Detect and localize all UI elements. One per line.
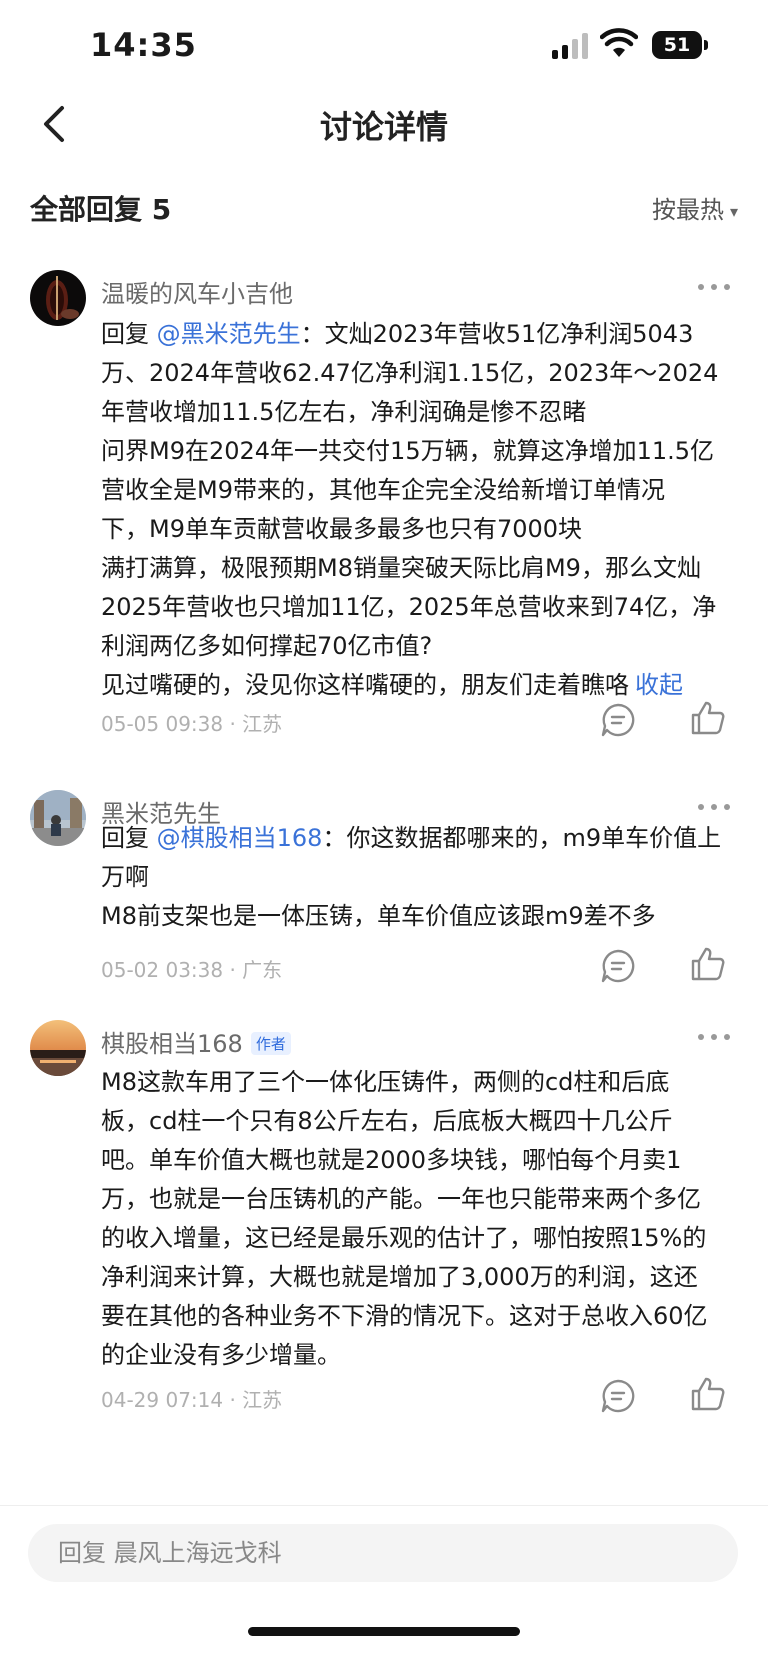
sort-dropdown[interactable]: 按最热 ▾ — [652, 190, 738, 225]
thumbs-up-icon[interactable] — [690, 946, 726, 982]
replies-header: 全部回复 5 按最热 ▾ — [0, 184, 768, 232]
comment-line: 吧。单车价值大概也就是2000多块钱，哪怕每个月卖1 — [101, 1146, 682, 1174]
comment-line: 的企业没有多少增量。 — [101, 1341, 341, 1369]
comment-item: 棋股相当168 作者 M8这款车用了三个一体化压铸件，两侧的cd柱和后底 板，cd… — [0, 1020, 768, 1490]
reply-prefix: 回复 — [101, 320, 157, 348]
comment-line: 回复 @棋股相当168：你这数据都哪来的，m9单车价值上 — [101, 819, 741, 858]
comment-line: 板，cd柱一个只有8公斤左右，后底板大概四十几公斤 — [101, 1107, 673, 1135]
comment-line: 要在其他的各种业务不下滑的情况下。这对于总收入60亿 — [101, 1302, 708, 1330]
comment-line: 问界M9在2024年一共交付15万辆，就算这净增加11.5亿 — [101, 437, 715, 465]
status-bar: 14:35 51 — [0, 0, 768, 90]
thumbs-up-icon[interactable] — [690, 1376, 726, 1412]
comment-line: 万、2024年营收62.47亿净利润1.15亿，2023年～2024 — [101, 359, 719, 387]
comment-bubble-icon[interactable] — [600, 702, 636, 738]
collapse-link[interactable]: 收起 — [635, 671, 683, 699]
author-badge: 作者 — [250, 1032, 291, 1055]
mention-link[interactable]: @黑米范先生 — [157, 320, 301, 348]
comment-line: M8前支架也是一体压铸，单车价值应该跟m9差不多 — [101, 902, 656, 930]
comment-line: 万啊 — [101, 863, 149, 891]
comment-line: 营收全是M9带来的，其他车企完全没给新增订单情况 — [101, 476, 665, 504]
avatar-image — [30, 1020, 86, 1076]
avatar[interactable] — [30, 270, 86, 326]
comment-body: M8这款车用了三个一体化压铸件，两侧的cd柱和后底 板，cd柱一个只有8公斤左右… — [101, 1063, 741, 1375]
avatar[interactable] — [30, 790, 86, 846]
nav-bar: 讨论详情 — [0, 90, 768, 156]
comment-body: 回复 @棋股相当168：你这数据都哪来的，m9单车价值上 万啊 M8前支架也是一… — [101, 819, 741, 936]
comment-line: 利润两亿多如何撑起70亿市值? — [101, 632, 433, 660]
caret-down-icon: ▾ — [729, 201, 738, 221]
mention-link[interactable]: @棋股相当168 — [157, 824, 323, 852]
battery-tip — [704, 40, 708, 50]
comment-line: 满打满算，极限预期M8销量突破天际比肩M9，那么文灿 — [101, 554, 701, 582]
line-text: ：你这数据都哪来的，m9单车价值上 — [322, 824, 722, 852]
replies-count-title: 全部回复 5 — [30, 193, 172, 226]
cellular-signal-icon — [552, 33, 588, 59]
line-text: ：文灿2023年营收51亿净利润5043 — [300, 320, 694, 348]
reply-prefix: 回复 — [101, 824, 157, 852]
comment-meta: 05-05 09:38 · 江苏 — [101, 712, 283, 736]
thumbs-up-icon[interactable] — [690, 700, 726, 736]
comment-line: 2025年营收也只增加11亿，2025年总营收来到74亿，净 — [101, 593, 717, 621]
battery-level: 51 — [652, 31, 702, 59]
comment-item: 黑米范先生 回复 @棋股相当168：你这数据都哪来的，m9单车价值上 万啊 M8… — [0, 790, 768, 990]
more-dots-icon[interactable] — [698, 1034, 730, 1042]
comment-item: 温暖的风车小吉他 回复 @黑米范先生：文灿2023年营收51亿净利润5043 万… — [0, 270, 768, 740]
comment-line: 下，M9单车贡献营收最多最多也只有7000块 — [101, 515, 583, 543]
comment-line: 年营收增加11.5亿左右，净利润确是惨不忍睹 — [101, 398, 587, 426]
more-dots-icon[interactable] — [698, 284, 730, 292]
sort-label: 按最热 — [651, 196, 724, 224]
more-dots-icon[interactable] — [698, 804, 730, 812]
reply-input[interactable]: 回复 晨风上海远戈科 — [28, 1524, 738, 1582]
wifi-icon — [600, 28, 638, 57]
comment-line: 的收入增量，这已经是最乐观的估计了，哪怕按照15%的 — [101, 1224, 707, 1252]
line-text: 见过嘴硬的，没见你这样嘴硬的，朋友们走着瞧咯 — [101, 671, 629, 699]
comment-line: 回复 @黑米范先生：文灿2023年营收51亿净利润5043 — [101, 315, 741, 354]
author-name: 棋股相当168 — [101, 1030, 243, 1058]
battery-icon: 51 — [652, 31, 708, 59]
comment-meta: 04-29 07:14 · 江苏 — [101, 1388, 283, 1412]
comment-author[interactable]: 温暖的风车小吉他 — [101, 274, 293, 309]
comment-line: 万，也就是一台压铸机的产能。一年也只能带来两个多亿 — [101, 1185, 701, 1213]
page-title: 讨论详情 — [319, 108, 448, 146]
status-time: 14:35 — [90, 26, 197, 64]
comment-body: 回复 @黑米范先生：文灿2023年营收51亿净利润5043 万、2024年营收6… — [101, 315, 741, 705]
avatar[interactable] — [30, 1020, 86, 1076]
comment-line: 净利润来计算，大概也就是增加了3,000万的利润，这还 — [101, 1263, 698, 1291]
avatar-image — [30, 270, 86, 326]
comment-meta: 05-02 03:38 · 广东 — [101, 958, 283, 982]
comment-line: M8这款车用了三个一体化压铸件，两侧的cd柱和后底 — [101, 1068, 670, 1096]
avatar-image — [30, 790, 86, 846]
home-indicator — [248, 1627, 520, 1636]
comment-author[interactable]: 棋股相当168 作者 — [101, 1024, 291, 1059]
comment-bubble-icon[interactable] — [600, 948, 636, 984]
comment-line: 见过嘴硬的，没见你这样嘴硬的，朋友们走着瞧咯 收起 — [101, 666, 741, 705]
comment-bubble-icon[interactable] — [600, 1378, 636, 1414]
reply-bar: 回复 晨风上海远戈科 — [0, 1505, 768, 1663]
